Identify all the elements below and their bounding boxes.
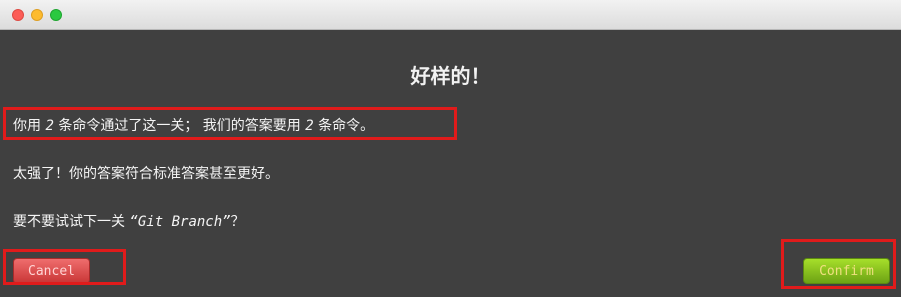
dialog-heading: 好样的！ (410, 64, 491, 88)
title-bar (0, 0, 901, 30)
result-text: 你用 2 条命令通过了这一关； 我们的答案要用 2 条命令。 (13, 115, 374, 135)
cancel-button[interactable]: Cancel (13, 258, 90, 284)
dialog-window: 好样的！ 你用 2 条命令通过了这一关； 我们的答案要用 2 条命令。 太强了！… (0, 0, 901, 297)
maximize-window-button[interactable] (50, 9, 62, 21)
next-level-name: “Git Branch” (129, 214, 231, 230)
confirm-button[interactable]: Confirm (803, 258, 890, 284)
result-suffix: 条命令。 (313, 118, 375, 134)
next-prefix: 要不要试试下一关 (13, 214, 130, 230)
user-command-count: 2 (45, 118, 54, 134)
praise-text: 太强了！你的答案符合标准答案甚至更好。 (13, 166, 279, 182)
minimize-window-button[interactable] (31, 9, 43, 21)
next-level-prompt: 要不要试试下一关 “Git Branch”？ (13, 211, 245, 231)
result-middle: 条命令通过了这一关； 我们的答案要用 (53, 118, 306, 134)
result-prefix: 你用 (13, 118, 46, 134)
close-window-button[interactable] (12, 9, 24, 21)
next-suffix: ？ (230, 214, 245, 230)
answer-command-count: 2 (305, 118, 314, 134)
dialog-content: 好样的！ 你用 2 条命令通过了这一关； 我们的答案要用 2 条命令。 太强了！… (0, 30, 901, 297)
